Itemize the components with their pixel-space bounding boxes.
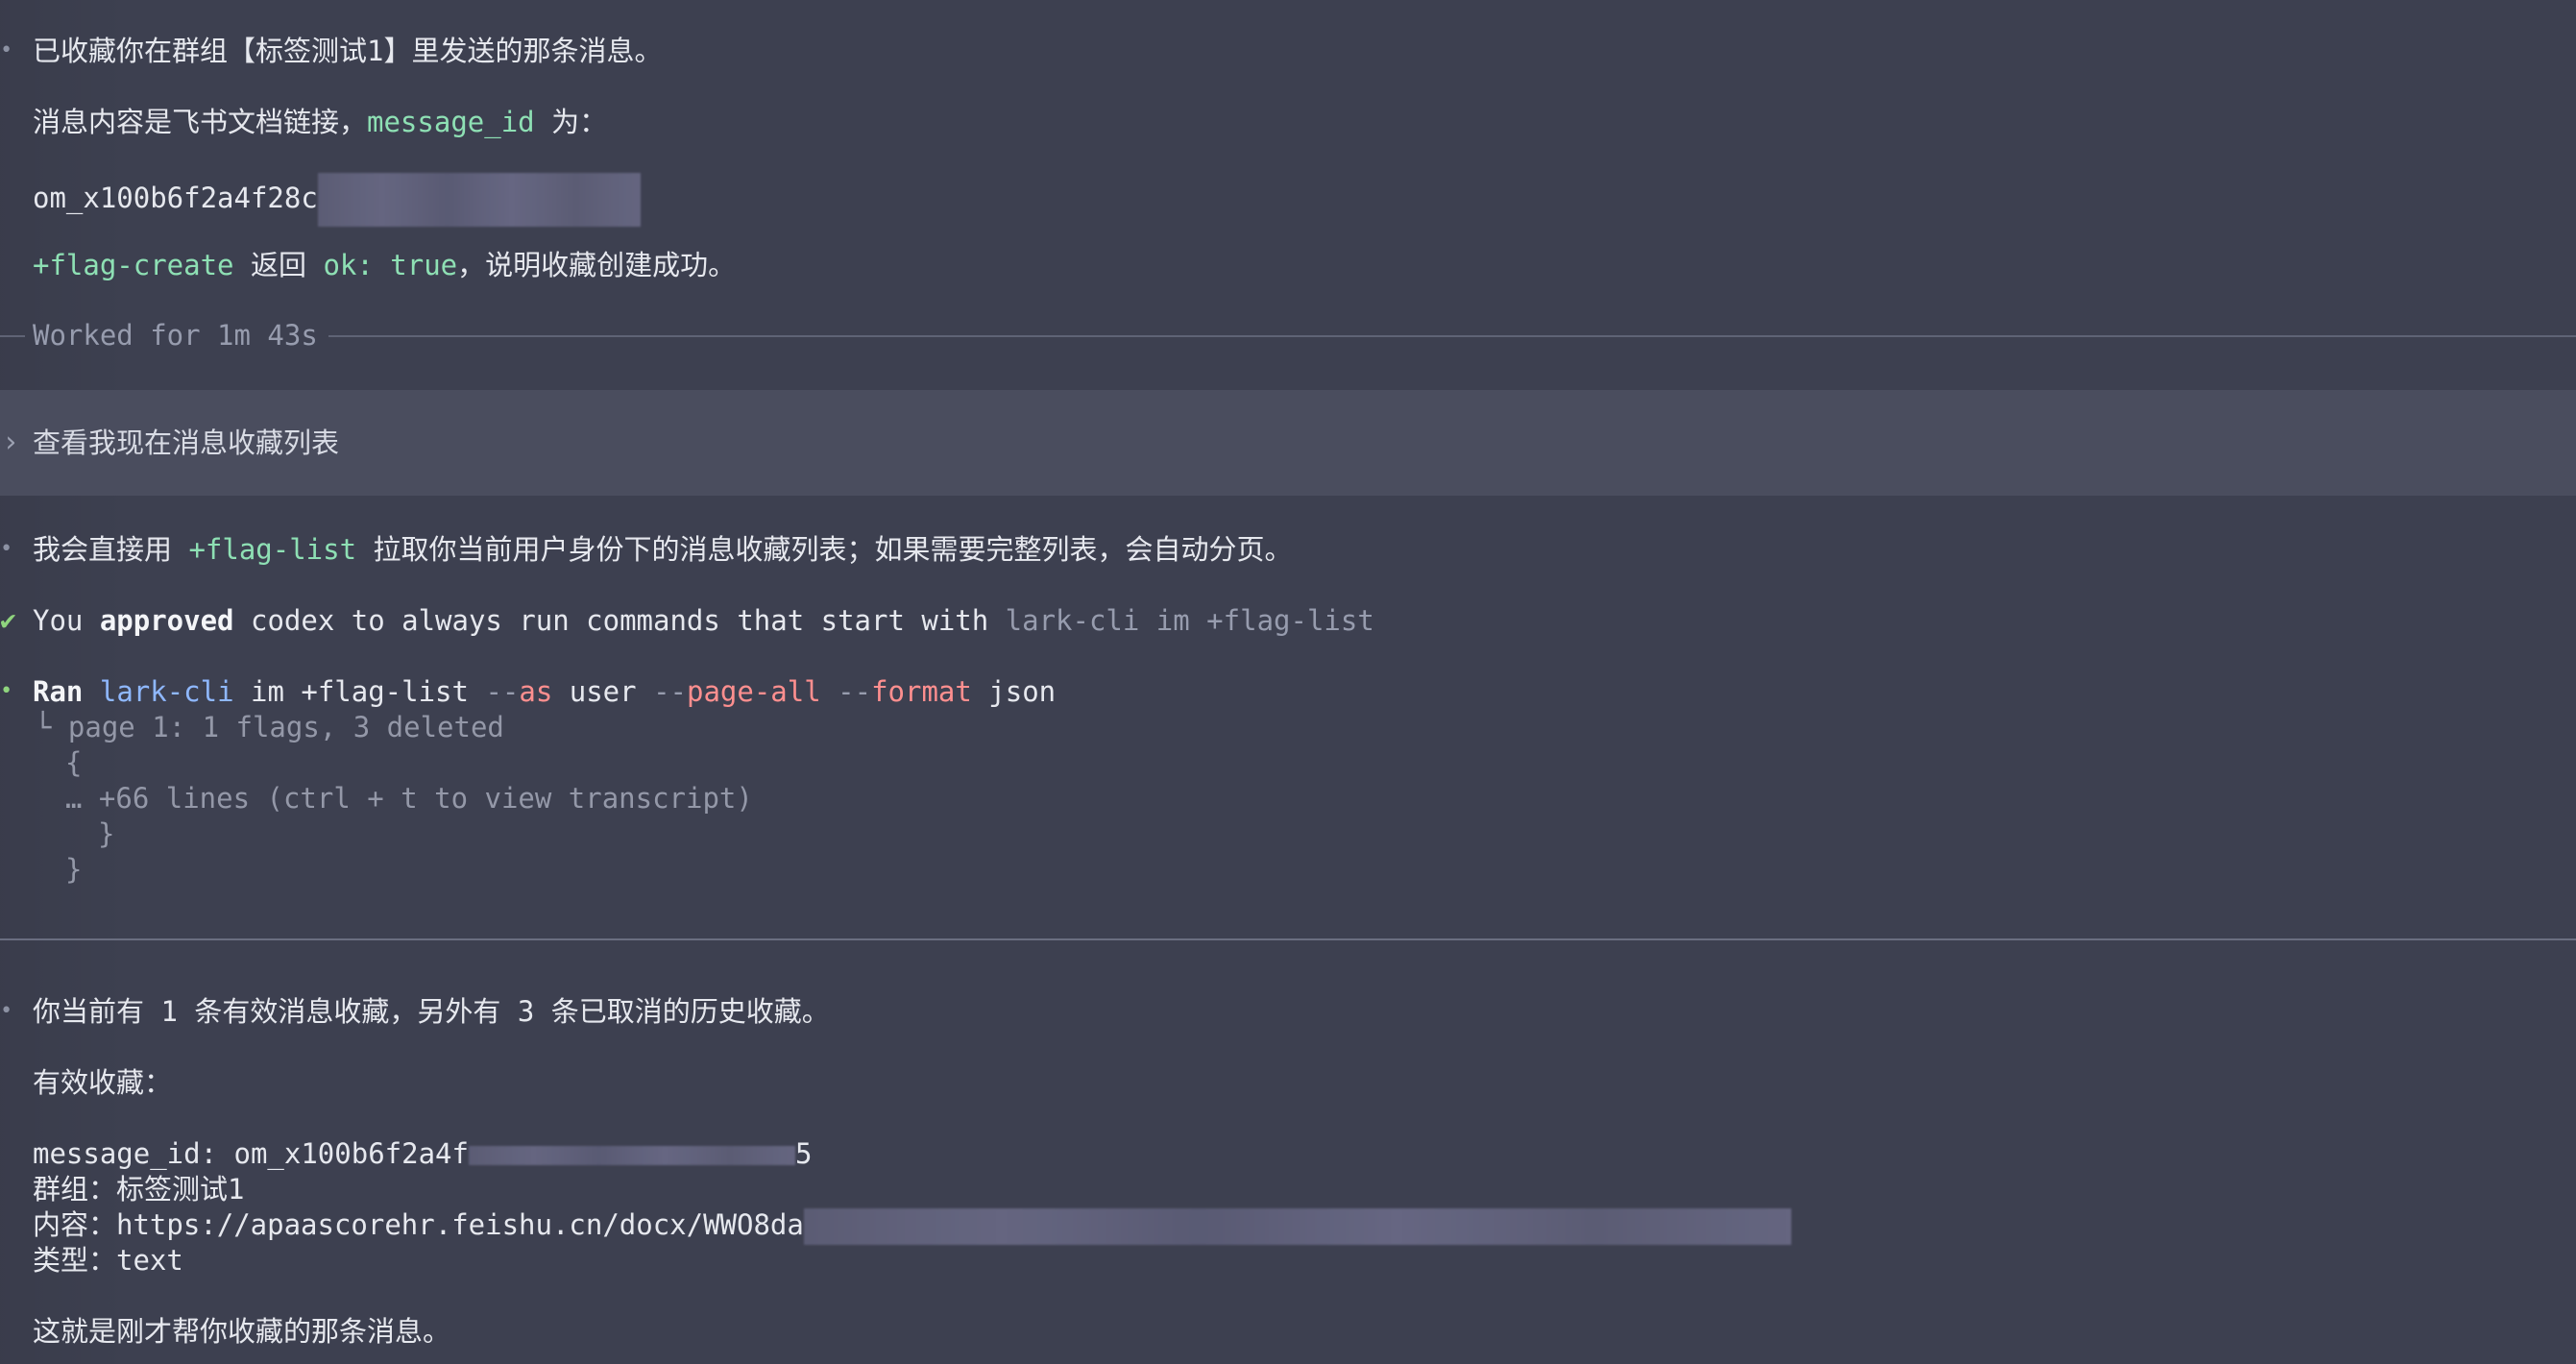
chevron-right-icon: › [2,426,20,459]
text-fragment: -- [838,675,872,708]
text-fragment: 返回 [233,249,324,281]
approval-text: You approved codex to always run command… [33,599,1374,642]
cli-name: lark-cli [99,675,234,708]
message-id-value: om_x100b6f2a4f28c [33,182,318,214]
result-summary-text: 你当前有 1 条有效消息收藏，另外有 3 条已取消的历史收藏。 [33,995,830,1028]
approved-word: approved [99,604,234,637]
bullet-icon: • [0,537,13,561]
flag-as: as [519,675,553,708]
content-url: 内容：https://apaascorehr.feishu.cn/docx/WW… [33,1208,804,1241]
message-id-value: message_id: om_x100b6f2a4f [33,1137,469,1170]
redaction-blur [803,1208,1791,1245]
code-flag-create: +flag-create [33,249,234,281]
message-id-row: om_x100b6f2a4f28c [33,173,641,227]
text-fragment: 消息内容是飞书文档链接， [33,106,368,138]
user-prompt-block [0,390,2576,496]
message-id-tail: 5 [794,1137,813,1170]
text-fragment: -- [653,675,687,708]
output-brace-close: } [65,853,83,886]
approved-command-prefix: lark-cli im +flag-list [1005,604,1374,637]
flag-page-all: page-all [686,675,821,708]
prev-reply-line-2-text: 消息内容是飞书文档链接，message_id 为： [33,101,607,143]
worked-duration-label: Worked for 1m 43s [33,319,318,352]
output-summary: └ page 1: 1 flags, 3 deleted [35,711,504,743]
user-prompt-text: 查看我现在消息收藏列表 [33,426,340,459]
redaction-blur [468,1146,795,1165]
text-fragment: 拉取你当前用户身份下的消息收藏列表；如果需要完整列表，会自动分页。 [356,533,1293,566]
ran-label: Ran [33,675,84,708]
prev-reply-line-4-text: +flag-create 返回 ok: true，说明收藏创建成功。 [33,244,736,286]
code-message-id: message_id [367,106,535,138]
text-fragment: 为： [534,106,608,138]
text-fragment: user [552,675,654,708]
worked-divider-left [0,335,25,337]
prev-reply-text: 已收藏你在群组【标签测试1】里发送的那条消息。 [33,35,663,67]
content-row: 内容：https://apaascorehr.feishu.cn/docx/WW… [33,1204,1791,1246]
closing-text: 这就是刚才帮你收藏的那条消息。 [33,1315,451,1348]
bullet-icon: • [0,679,13,703]
text-fragment: -- [485,675,520,708]
bullet-icon: • [0,38,13,62]
worked-divider-right [328,335,2576,337]
text-fragment: json [971,675,1057,708]
redaction-blur [317,173,641,227]
text-fragment: codex to always run commands that start … [233,604,1006,637]
flag-format: format [871,675,972,708]
valid-favorites-heading: 有效收藏： [33,1066,173,1099]
text-fragment [821,675,838,708]
bullet-icon: • [0,999,13,1023]
text-fragment: im +flag-list [233,675,486,708]
reply-2-text: 我会直接用 +flag-list 拉取你当前用户身份下的消息收藏列表；如果需要完… [33,528,1293,571]
output-brace-close-inner: } [98,817,115,850]
output-collapsed-lines[interactable]: … +66 lines (ctrl + t to view transcript… [65,777,753,819]
text-fragment: ，说明收藏创建成功。 [457,249,737,281]
check-icon: ✔ [0,604,16,636]
type-value: 类型：text [33,1244,183,1277]
text-fragment: You [33,604,100,637]
code-ok-true: ok: true [323,249,458,281]
code-flag-list: +flag-list [188,533,357,566]
text-fragment: 我会直接用 [33,533,189,566]
section-divider [0,938,2576,940]
